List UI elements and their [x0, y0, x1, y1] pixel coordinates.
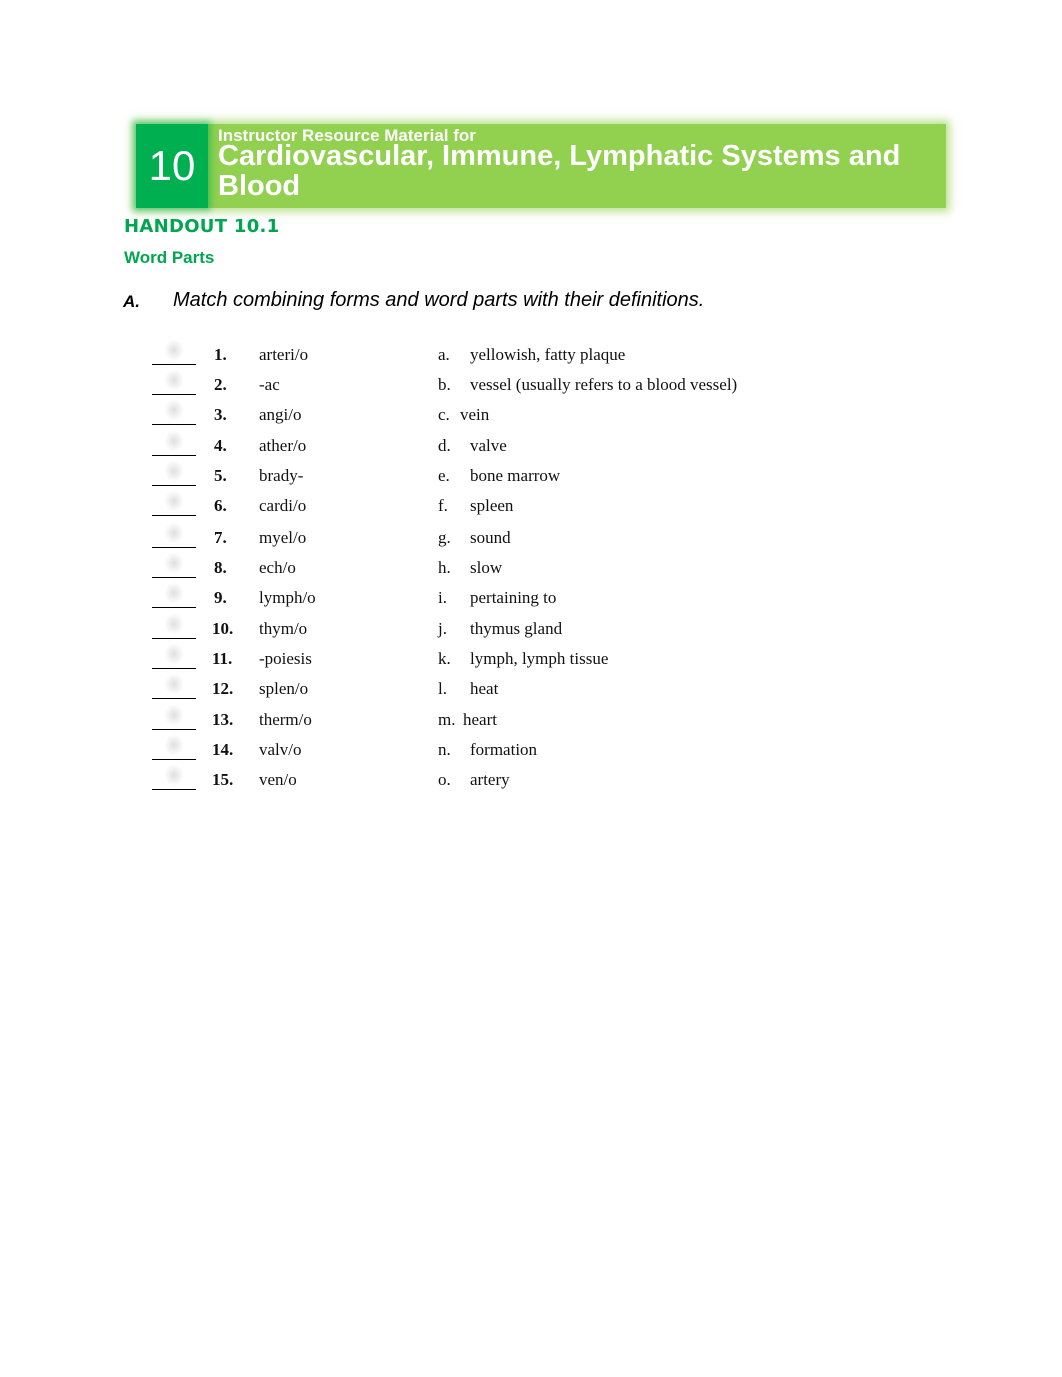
definition-text: spleen: [470, 496, 514, 515]
chapter-number-box: 10: [136, 124, 208, 208]
answer-blank[interactable]: [152, 764, 196, 790]
exercise-letter: A.: [123, 292, 140, 311]
answer-blank[interactable]: [152, 613, 196, 639]
answer-blank[interactable]: [152, 369, 196, 395]
answer-blank[interactable]: [152, 399, 196, 425]
term-number: 8.: [214, 558, 227, 577]
definition-letter: d.: [438, 436, 451, 455]
definition-text: slow: [470, 558, 503, 577]
term-text: valv/o: [259, 740, 302, 759]
answer-blank[interactable]: [152, 522, 196, 548]
definition-letter: f.: [438, 496, 448, 515]
definition-letter: b.: [438, 375, 451, 394]
answer-blank[interactable]: [152, 460, 196, 486]
term-text: ech/o: [259, 558, 296, 577]
answer-blank[interactable]: [152, 673, 196, 699]
term-number: 3.: [214, 405, 227, 424]
term-number: 7.: [214, 528, 227, 547]
answer-blank[interactable]: [152, 582, 196, 608]
term-text: angi/o: [259, 405, 302, 424]
definition-letter: n.: [438, 740, 451, 759]
definition-letter: g.: [438, 528, 451, 547]
term-number: 9.: [214, 588, 227, 607]
term-text: splen/o: [259, 679, 309, 698]
answer-blank[interactable]: [152, 339, 196, 365]
answer-blank[interactable]: [152, 643, 196, 669]
definition-text: heart: [463, 710, 497, 729]
term-number: 4.: [214, 436, 227, 455]
definition-text: heat: [470, 679, 499, 698]
term-text: brady-: [259, 466, 304, 485]
definition-letter: o.: [438, 770, 451, 789]
definition-letter: l.: [438, 679, 447, 698]
term-text: -ac: [259, 375, 280, 394]
term-number: 2.: [214, 375, 227, 394]
answer-blank[interactable]: [152, 704, 196, 730]
term-text: ven/o: [259, 770, 297, 789]
answer-blank[interactable]: [152, 430, 196, 456]
definition-text: vein: [460, 405, 490, 424]
definition-letter: k.: [438, 649, 451, 668]
definition-text: bone marrow: [470, 466, 561, 485]
term-text: lymph/o: [259, 588, 316, 607]
definition-text: sound: [470, 528, 511, 547]
definition-letter: m.: [438, 710, 456, 729]
term-number: 15.: [212, 770, 234, 789]
term-number: 12.: [212, 679, 234, 698]
definition-letter: j.: [438, 619, 447, 638]
answer-blank[interactable]: [152, 734, 196, 760]
definition-text: valve: [470, 436, 507, 455]
term-text: cardi/o: [259, 496, 307, 515]
term-number: 14.: [212, 740, 234, 759]
section-title: Word Parts: [124, 248, 215, 267]
definition-letter: c.: [438, 405, 450, 424]
term-number: 5.: [214, 466, 227, 485]
term-text: thym/o: [259, 619, 308, 638]
definition-letter: i.: [438, 588, 447, 607]
term-number: 13.: [212, 710, 234, 729]
exercise-instruction: Match combining forms and word parts wit…: [173, 289, 705, 311]
term-number: 1.: [214, 345, 227, 364]
definition-text: lymph, lymph tissue: [470, 649, 609, 668]
chapter-number: 10: [148, 142, 196, 189]
definition-text: artery: [470, 770, 510, 789]
term-number: 10.: [212, 619, 234, 638]
definition-text: thymus gland: [470, 619, 563, 638]
term-text: ather/o: [259, 436, 307, 455]
handout-label: HANDOUT 10.1: [124, 216, 280, 237]
term-text: myel/o: [259, 528, 307, 547]
answer-blank[interactable]: [152, 490, 196, 516]
term-text: -poiesis: [259, 649, 312, 668]
definition-text: vessel (usually refers to a blood vessel…: [470, 375, 738, 394]
definition-text: yellowish, fatty plaque: [470, 345, 626, 364]
banner-title: Cardiovascular, Immune, Lymphatic System…: [218, 140, 901, 202]
definition-letter: a.: [438, 345, 450, 364]
term-text: therm/o: [259, 710, 312, 729]
definition-text: pertaining to: [470, 588, 557, 607]
term-number: 11.: [212, 649, 233, 668]
definition-letter: h.: [438, 558, 451, 577]
answer-blank[interactable]: [152, 552, 196, 578]
definition-text: formation: [470, 740, 538, 759]
term-number: 6.: [214, 496, 227, 515]
definition-letter: e.: [438, 466, 450, 485]
term-text: arteri/o: [259, 345, 309, 364]
